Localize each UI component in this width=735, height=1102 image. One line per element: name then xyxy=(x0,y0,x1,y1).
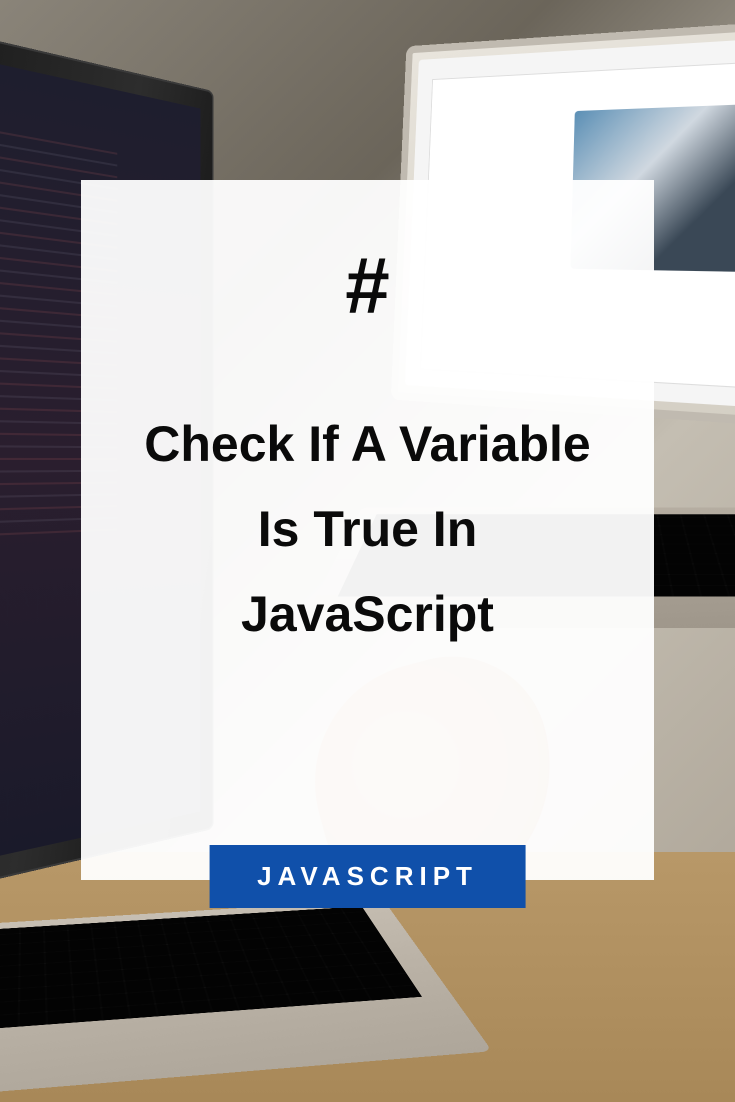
keyboard-keys-left xyxy=(0,906,422,1031)
content-card: # Check If A Variable Is True In JavaScr… xyxy=(81,180,654,880)
hash-icon: # xyxy=(345,240,390,332)
article-title: Check If A Variable Is True In JavaScrip… xyxy=(131,402,604,840)
category-badge: JAVASCRIPT xyxy=(209,845,526,908)
